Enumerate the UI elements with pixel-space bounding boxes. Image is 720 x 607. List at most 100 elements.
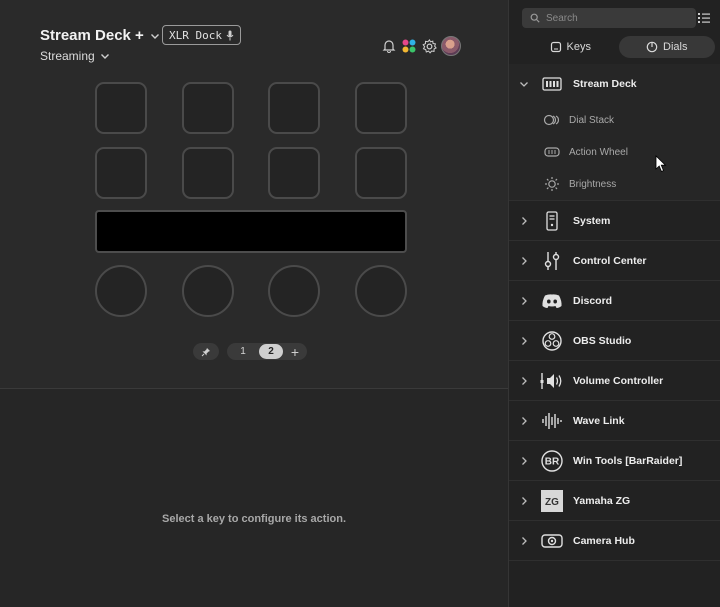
category-control-center[interactable]: Control Center [509,241,720,281]
mouse-cursor-icon [655,155,667,173]
key-slot[interactable] [182,147,234,199]
volume-icon [539,370,565,392]
action-brightness[interactable]: Brightness [509,168,720,200]
category-label: Camera Hub [573,534,635,547]
category-label: Discord [573,294,613,307]
dial-slot[interactable] [268,265,320,317]
device-selector[interactable]: Stream Deck + [40,27,160,44]
stream-deck-app: Stream Deck + XLR Dock Streaming 1 2 + S… [0,0,720,607]
bell-icon[interactable] [381,38,397,54]
dock-badge[interactable]: XLR Dock [162,25,241,45]
dial-slot[interactable] [355,265,407,317]
chevron-down-icon [100,54,109,59]
category-label: Wave Link [573,414,625,427]
search-box[interactable] [522,8,696,28]
gear-icon[interactable] [421,38,437,54]
category-volume-controller[interactable]: Volume Controller [509,361,720,401]
action-category-list: Stream Deck Dial Stack Action Wheel Brig… [509,64,720,561]
key-slot[interactable] [95,82,147,134]
category-win-tools[interactable]: BR Win Tools [BarRaider] [509,441,720,481]
stream-deck-icon [539,73,565,95]
microphone-icon [226,30,234,40]
action-dial-stack[interactable]: Dial Stack [509,104,720,136]
marketplace-icon[interactable] [401,38,417,54]
category-label: Control Center [573,254,647,267]
chevron-right-icon [509,296,539,306]
barraider-icon: BR [539,449,565,472]
action-label: Brightness [569,178,617,190]
chevron-right-icon [509,496,539,506]
action-label: Action Wheel [569,146,628,158]
dial-slot[interactable] [182,265,234,317]
wave-link-icon [539,410,565,432]
tab-dials-label: Dials [663,41,688,53]
touch-strip[interactable] [95,210,407,253]
search-icon [530,13,540,23]
chevron-right-icon [509,336,539,346]
device-canvas: Stream Deck + XLR Dock Streaming 1 2 + [0,0,508,388]
user-avatar[interactable] [441,36,461,56]
chevron-right-icon [509,456,539,466]
action-action-wheel[interactable]: Action Wheel [509,136,720,168]
category-label: Yamaha ZG [573,494,631,507]
discord-icon [539,290,565,312]
dock-label: XLR Dock [169,28,222,42]
action-wheel-icon [539,146,565,158]
action-label: Dial Stack [569,114,615,126]
category-stream-deck[interactable]: Stream Deck [509,64,720,104]
search-input[interactable] [546,12,686,24]
pin-button[interactable] [193,343,219,360]
chevron-down-icon [150,33,159,39]
key-slot[interactable] [182,82,234,134]
property-inspector: Select a key to configure its action. [0,388,508,607]
tab-keys[interactable]: Keys [522,36,619,58]
category-label: Win Tools [BarRaider] [573,454,683,467]
chevron-down-icon [509,79,539,89]
camera-hub-icon [539,530,565,552]
brightness-icon [539,176,565,192]
dial-slot[interactable] [95,265,147,317]
barraider-icon-text: BR [545,456,560,467]
profile-name: Streaming [40,49,95,63]
page-tabs: 1 2 + [227,343,307,360]
top-toolbar [381,36,461,56]
category-label: OBS Studio [573,334,632,347]
key-slot[interactable] [268,82,320,134]
page-1-button[interactable]: 1 [231,344,255,359]
key-slot[interactable] [355,82,407,134]
profile-selector[interactable]: Streaming [40,49,110,63]
chevron-right-icon [509,376,539,386]
key-icon [550,41,561,53]
yamaha-zg-icon: ZG [539,489,565,512]
chevron-right-icon [509,216,539,226]
add-page-button[interactable]: + [287,344,303,360]
chevron-right-icon [509,416,539,426]
category-discord[interactable]: Discord [509,281,720,321]
category-obs-studio[interactable]: OBS Studio [509,321,720,361]
category-wave-link[interactable]: Wave Link [509,401,720,441]
category-label: Volume Controller [573,374,664,387]
dial-icon [646,41,658,53]
action-sidebar: Keys Dials Stream Deck Dial Stack [508,0,720,607]
category-system[interactable]: System [509,201,720,241]
category-label: Stream Deck [573,78,637,90]
category-yamaha-zg[interactable]: ZG Yamaha ZG [509,481,720,521]
category-camera-hub[interactable]: Camera Hub [509,521,720,561]
category-label: System [573,214,611,227]
chevron-right-icon [509,536,539,546]
chevron-right-icon [509,256,539,266]
yamaha-zg-icon-text: ZG [545,497,559,508]
page-2-button[interactable]: 2 [259,344,283,359]
tab-dials[interactable]: Dials [618,36,715,58]
obs-icon [539,330,565,352]
list-icon [698,13,710,23]
category-group-stream-deck: Stream Deck Dial Stack Action Wheel Brig… [509,64,720,201]
action-tabs: Keys Dials [522,36,715,58]
key-slot[interactable] [268,147,320,199]
key-slot[interactable] [95,147,147,199]
editor-hint: Select a key to configure its action. [162,513,346,525]
list-view-toggle[interactable] [697,11,711,25]
pin-icon [201,347,210,356]
key-slot[interactable] [355,147,407,199]
control-center-icon [539,250,565,272]
